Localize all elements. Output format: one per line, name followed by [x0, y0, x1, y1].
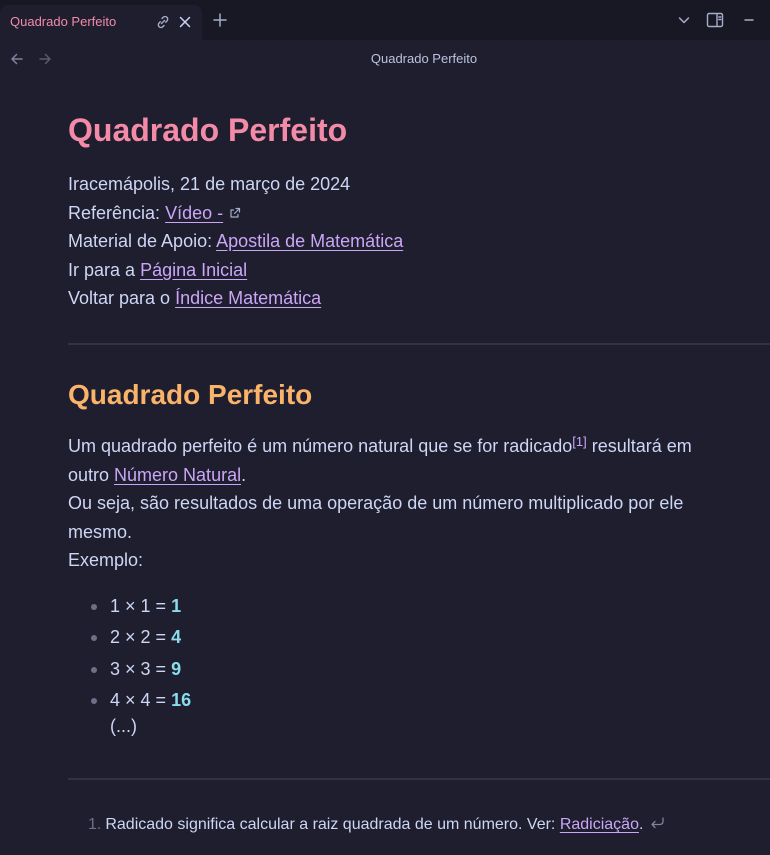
- close-icon[interactable]: [177, 14, 193, 30]
- index-label: Voltar para o: [68, 288, 171, 309]
- section-heading: Quadrado Perfeito: [68, 379, 313, 410]
- bullet: [91, 635, 97, 642]
- paragraph-text: resultará em: [586, 436, 692, 456]
- arrow-right-icon[interactable]: [37, 51, 53, 67]
- section-body: Um quadrado perfeito é um número natural…: [68, 432, 728, 575]
- home-line: Ir para a Página Inicial: [68, 256, 403, 285]
- paragraph-line-5: Exemplo:: [68, 550, 144, 571]
- footnotes-divider: [68, 778, 770, 780]
- tab-title[interactable]: Quadrado Perfeito: [10, 14, 116, 29]
- reference-label: Referência:: [68, 202, 161, 223]
- index-line: Voltar para o Índice Matemática: [68, 284, 403, 313]
- paragraph-line-3: Ou seja, são resultados de uma operação …: [68, 493, 684, 514]
- place-date: Iracemápolis, 21 de março de 2024: [68, 174, 351, 194]
- natural-number-link[interactable]: Número Natural: [114, 465, 241, 485]
- footnote-item: 1. Radicado significa calcular a raiz qua…: [88, 816, 665, 834]
- material-link[interactable]: Apostila de Matemática: [216, 231, 403, 251]
- paragraph-text: outro: [68, 464, 115, 485]
- paragraph-line-4: mesmo.: [68, 521, 133, 542]
- bullet: [91, 698, 97, 705]
- note-metadata: Iracemápolis, 21 de março de 2024 Referê…: [68, 170, 403, 313]
- minimize-icon[interactable]: [741, 12, 757, 28]
- video-link[interactable]: Vídeo -: [165, 203, 223, 223]
- example-expression: 2 × 2 =: [110, 627, 172, 648]
- ellipsis-text: (...): [110, 716, 137, 736]
- footnote-ref[interactable]: [1]: [572, 434, 586, 449]
- example-expression: 1 × 1 =: [110, 596, 172, 616]
- examples-list: 1 × 1 = 1 2 × 2 = 4 3 × 3 = 9 4 × 4 = 16: [68, 591, 191, 717]
- home-link[interactable]: Página Inicial: [140, 260, 247, 280]
- footnote-number: 1.: [88, 816, 102, 833]
- example-expression: 4 × 4 =: [110, 690, 172, 711]
- material-label: Material de Apoio:: [68, 231, 213, 252]
- external-link-icon: [230, 207, 241, 218]
- paragraph-text: .: [241, 464, 247, 485]
- example-expression: 3 × 3 =: [110, 658, 172, 679]
- sidebar-toggle-icon[interactable]: [706, 11, 724, 29]
- reference-line: Referência: Vídeo -: [68, 199, 403, 228]
- paragraph-text: Um quadrado perfeito é um número natural…: [68, 436, 573, 456]
- bullet: [91, 666, 97, 673]
- footnote-text: Radicado significa calcular a raiz quadr…: [105, 816, 560, 833]
- tab-bar: Quadrado Perfeito: [0, 0, 770, 40]
- return-arrow-icon[interactable]: [649, 816, 665, 830]
- example-result: 16: [171, 690, 192, 711]
- navigation-bar: Quadrado Perfeito: [0, 40, 770, 76]
- page-title: Quadrado Perfeito: [68, 112, 348, 148]
- home-label: Ir para a: [68, 259, 136, 280]
- list-item: 4 × 4 = 16: [68, 685, 191, 716]
- paragraph-line-2: outro Número Natural.: [68, 461, 728, 490]
- arrow-left-icon[interactable]: [9, 51, 25, 67]
- divider: [68, 343, 770, 345]
- tab-active[interactable]: Quadrado Perfeito: [0, 5, 202, 40]
- example-result: 4: [171, 627, 182, 648]
- note-title-header[interactable]: Quadrado Perfeito: [0, 51, 770, 66]
- plus-icon[interactable]: [212, 12, 228, 28]
- index-link[interactable]: Índice Matemática: [175, 288, 321, 308]
- chevron-down-icon[interactable]: [676, 12, 692, 28]
- example-result: 1: [171, 596, 182, 616]
- list-item: 3 × 3 = 9: [68, 654, 191, 685]
- material-line: Material de Apoio: Apostila de Matemátic…: [68, 227, 403, 256]
- footnote-after: .: [638, 816, 644, 833]
- radiciacao-link[interactable]: Radiciação: [560, 816, 639, 833]
- paragraph-line-1: Um quadrado perfeito é um número natural…: [68, 432, 728, 461]
- list-item: 2 × 2 = 4: [68, 622, 191, 653]
- list-item: 1 × 1 = 1: [68, 591, 191, 622]
- bullet: [91, 604, 97, 610]
- link-icon[interactable]: [155, 14, 171, 30]
- example-result: 9: [171, 658, 182, 679]
